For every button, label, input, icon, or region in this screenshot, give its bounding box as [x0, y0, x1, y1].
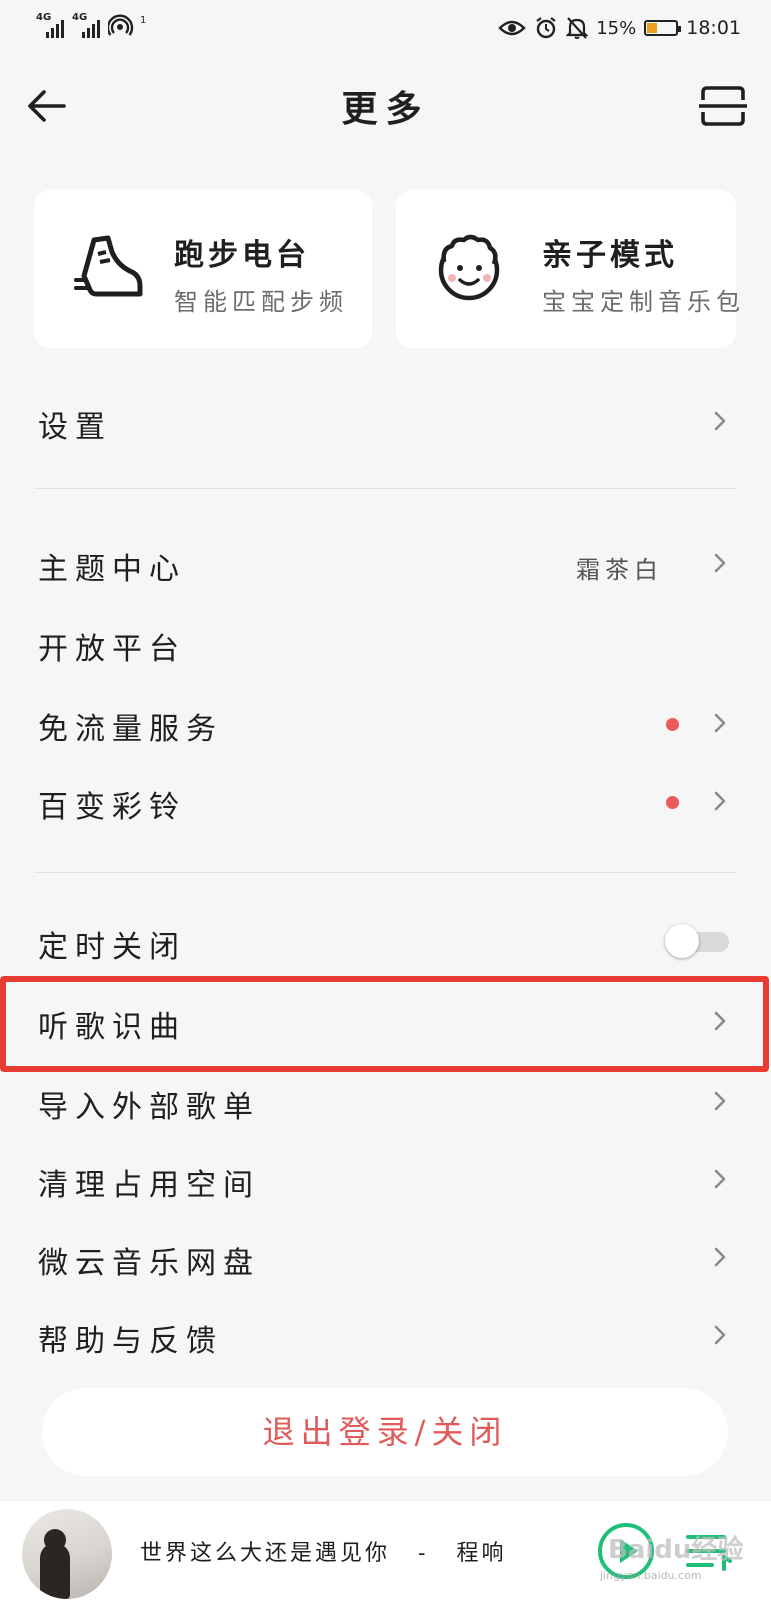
settings-row[interactable]: 设置 [0, 382, 771, 460]
chevron-right-icon [714, 1169, 726, 1189]
chevron-right-icon [714, 1247, 726, 1267]
divider [34, 488, 736, 489]
row-label: 清理占用空间 [38, 1168, 260, 1203]
eye-icon [498, 20, 526, 36]
running-radio-card[interactable]: 跑步电台 智能匹配步频 [34, 190, 372, 348]
free-data-row[interactable]: 免流量服务 [0, 684, 771, 762]
highlight-box [0, 976, 769, 1072]
watermark-url: jingyan.baidu.com [600, 1569, 702, 1582]
row-label: 设置 [38, 410, 112, 445]
open-platform-row[interactable]: 开放平台 [0, 604, 771, 682]
chevron-right-icon [714, 411, 726, 431]
divider [34, 872, 736, 873]
battery-percent: 15% [596, 17, 637, 39]
row-label: 百变彩铃 [38, 790, 186, 825]
clear-space-row[interactable]: 清理占用空间 [0, 1140, 771, 1218]
header: 更多 [0, 58, 771, 154]
signal-icon-2: 4G [72, 12, 102, 38]
import-playlist-row[interactable]: 导入外部歌单 [0, 1062, 771, 1140]
timer-off-row[interactable]: 定时关闭 [0, 902, 771, 980]
chevron-right-icon [714, 713, 726, 733]
row-label: 主题中心 [38, 552, 186, 587]
row-label: 免流量服务 [38, 712, 223, 747]
row-label: 开放平台 [38, 632, 186, 667]
timer-off-toggle[interactable] [665, 924, 731, 958]
song-title: 世界这么大还是遇见你 [140, 1541, 391, 1566]
card-title: 亲子模式 [542, 238, 678, 273]
chevron-right-icon [714, 791, 726, 811]
artist-name: 程响 [456, 1541, 507, 1566]
album-cover[interactable] [22, 1509, 112, 1599]
row-label: 定时关闭 [38, 930, 186, 965]
alarm-icon [536, 17, 556, 39]
row-label: 帮助与反馈 [38, 1324, 223, 1359]
card-subtitle: 宝宝定制音乐包 [542, 288, 745, 316]
signal-icon: 4G [36, 12, 66, 38]
status-bar: 4G 4G 1 15% 18:01 [0, 0, 771, 58]
row-label: 导入外部歌单 [38, 1090, 260, 1125]
theme-center-row[interactable]: 主题中心 霜茶白 [0, 524, 771, 602]
child-face-icon [438, 234, 500, 301]
now-playing[interactable]: 世界这么大还是遇见你 - 程响 [140, 1535, 506, 1567]
separator: - [418, 1541, 429, 1566]
theme-value: 霜茶白 [576, 556, 663, 584]
card-subtitle: 智能匹配步频 [174, 288, 348, 316]
mini-player[interactable]: 世界这么大还是遇见你 - 程响 Baidu经验 jingyan.baidu.co… [0, 1500, 771, 1600]
mute-bell-icon [566, 17, 589, 39]
help-feedback-row[interactable]: 帮助与反馈 [0, 1296, 771, 1374]
hotspot-icon [108, 14, 134, 36]
scan-icon[interactable] [699, 84, 747, 128]
chevron-right-icon [714, 553, 726, 573]
chevron-right-icon [714, 1325, 726, 1345]
hotspot-superscript: 1 [140, 15, 147, 26]
row-label: 微云音乐网盘 [38, 1246, 260, 1281]
card-title: 跑步电台 [174, 238, 310, 273]
battery-icon [644, 20, 682, 36]
watermark-logo: Baidu经验 [608, 1535, 744, 1565]
clock: 18:01 [686, 17, 741, 39]
ringtone-row[interactable]: 百变彩铃 [0, 762, 771, 840]
weiyun-disk-row[interactable]: 微云音乐网盘 [0, 1218, 771, 1296]
logout-button[interactable]: 退出登录/关闭 [42, 1388, 728, 1476]
page-title: 更多 [341, 88, 430, 130]
red-dot-badge [666, 796, 679, 809]
parent-child-mode-card[interactable]: 亲子模式 宝宝定制音乐包 [396, 190, 740, 348]
running-shoe-icon [74, 235, 143, 297]
red-dot-badge [666, 718, 679, 731]
chevron-right-icon [714, 1091, 726, 1111]
